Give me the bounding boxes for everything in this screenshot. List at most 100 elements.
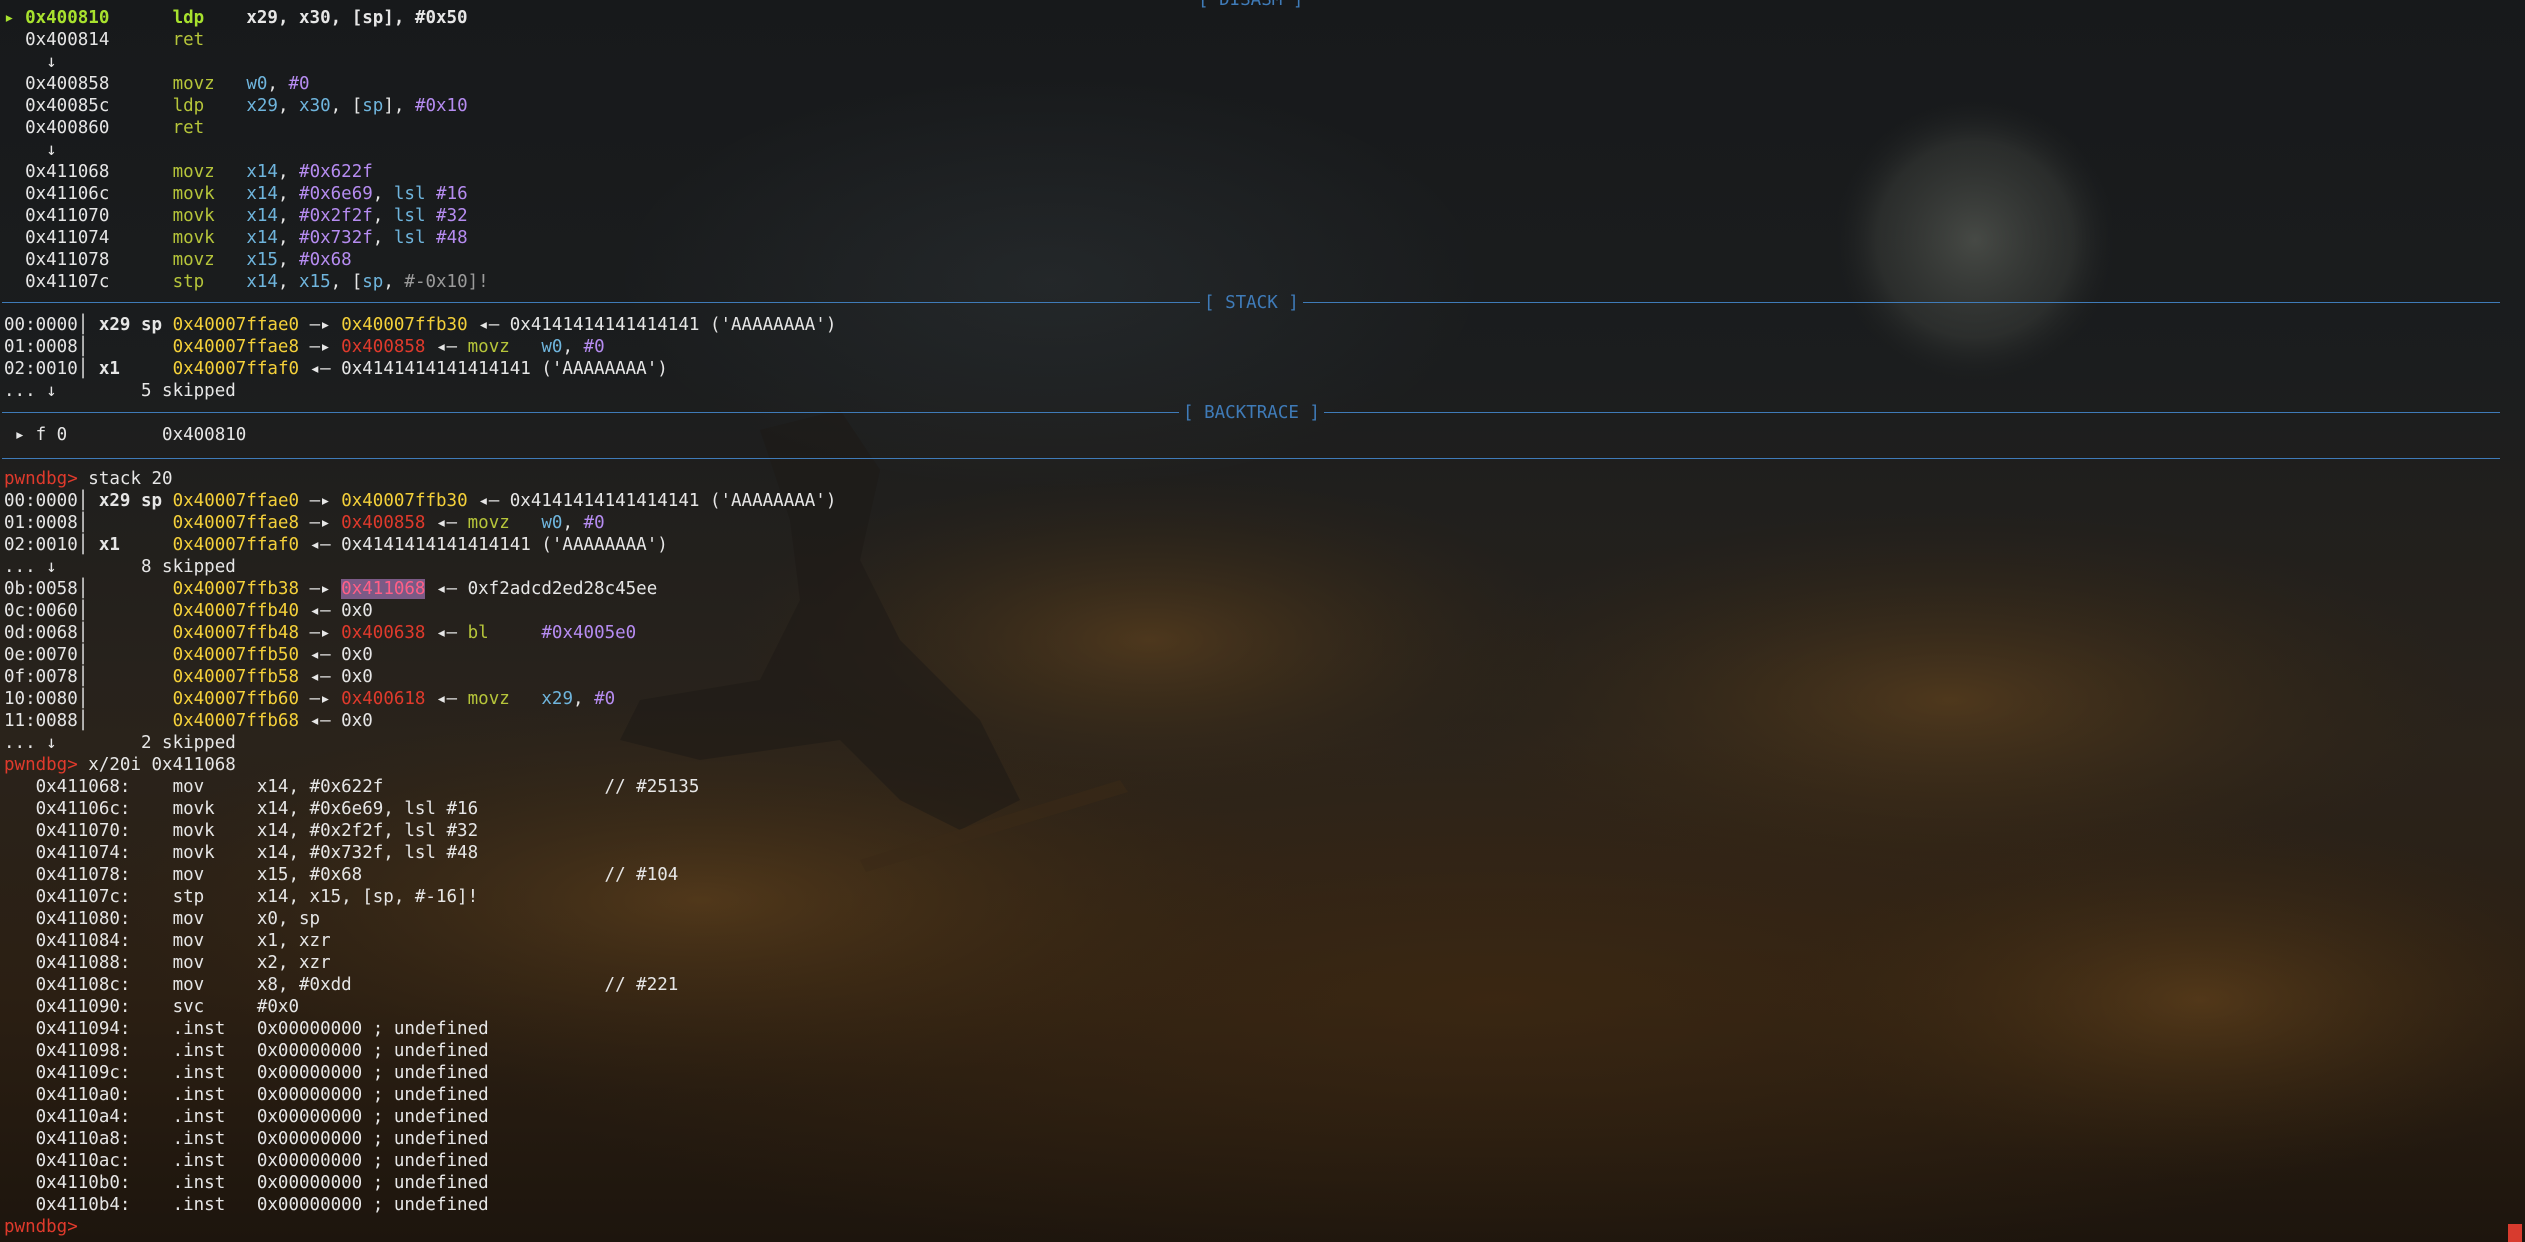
line-text: 0x4110b0: .inst 0x00000000 ; undefined xyxy=(4,1173,489,1193)
terminal-line: ▸ f 0 0x400810 xyxy=(4,424,247,446)
line-text: 0x411094: .inst 0x00000000 ; undefined xyxy=(4,1019,489,1039)
line-text: ◂— 0x0 xyxy=(299,667,373,687)
line-text: 02:0010│ xyxy=(4,359,99,379)
line-text: ◂— 0x0 xyxy=(299,601,373,621)
line-text: sp xyxy=(362,272,384,292)
line-text: 10:0080│ xyxy=(4,689,173,709)
line-text: —▸ xyxy=(299,689,342,709)
line-text xyxy=(425,184,436,204)
line-text: movz xyxy=(467,689,510,709)
line-text: movz xyxy=(467,513,510,533)
line-text: 0x40007ffaf0 xyxy=(172,359,300,379)
line-text: , xyxy=(372,184,394,204)
terminal-line: 0x411078 movz x15, #0x68 xyxy=(4,249,352,271)
line-text: 0x411070: movk x14, #0x2f2f, lsl #32 xyxy=(4,821,479,841)
terminal-line: 0d:0068│ 0x40007ffb48 —▸ 0x400638 ◂— bl … xyxy=(4,622,636,644)
line-text: —▸ xyxy=(299,513,342,533)
line-text: pwndbg> xyxy=(4,469,78,489)
line-text: ◂— xyxy=(425,513,468,533)
line-text: #0 xyxy=(583,337,605,357)
terminal-line: 0x411068: mov x14, #0x622f // #25135 xyxy=(4,776,700,798)
line-text: ldp xyxy=(172,96,205,116)
terminal-line: 0x411088: mov x2, xzr xyxy=(4,952,331,974)
rule-right xyxy=(1323,412,2500,413)
line-text: 00:0000│ xyxy=(4,315,99,335)
line-text: 0x4110a0: .inst 0x00000000 ; undefined xyxy=(4,1085,489,1105)
line-text: w0 xyxy=(541,513,563,533)
terminal-line: 11:0088│ 0x40007ffb68 ◂— 0x0 xyxy=(4,710,373,732)
line-text: lsl xyxy=(393,184,426,204)
line-text xyxy=(120,535,173,555)
line-text: x29 sp xyxy=(98,491,163,511)
line-text: —▸ xyxy=(299,623,342,643)
terminal-line: 0x41108c: mov x8, #0xdd // #221 xyxy=(4,974,679,996)
line-text: 0x40007ffb68 xyxy=(172,711,300,731)
line-text: #0x622f xyxy=(299,162,373,182)
line-text: , xyxy=(267,74,289,94)
line-text: 0x411078 xyxy=(4,250,173,270)
line-text: 01:0008│ xyxy=(4,513,173,533)
line-text: x/20i 0x411068 xyxy=(77,755,236,775)
line-text: 0x400814 xyxy=(4,30,173,50)
line-text: 0x400858 xyxy=(341,513,426,533)
line-text xyxy=(162,491,173,511)
terminal-line: ... ↓ 5 skipped xyxy=(4,380,236,402)
line-text xyxy=(162,315,173,335)
line-text: 0x41108c: mov x8, #0xdd // #221 xyxy=(4,975,679,995)
line-text: #0 xyxy=(594,689,616,709)
line-text: 0x4110b4: .inst 0x00000000 ; undefined xyxy=(4,1195,489,1215)
line-text: x14 xyxy=(246,272,278,292)
terminal-line: 01:0008│ 0x40007ffae8 —▸ 0x400858 ◂— mov… xyxy=(4,512,605,534)
line-text: 0x41107c: stp x14, x15, [sp, #-16]! xyxy=(4,887,479,907)
line-text: 0x40085c xyxy=(4,96,173,116)
line-text xyxy=(425,206,436,226)
line-text: ◂— 0x4141414141414141 ('AAAAAAAA') xyxy=(467,491,837,511)
terminal-line: 0x41109c: .inst 0x00000000 ; undefined xyxy=(4,1062,489,1084)
line-text: , xyxy=(277,96,300,116)
line-text: 0x41106c xyxy=(4,184,173,204)
line-text: ... ↓ 8 skipped xyxy=(4,557,236,577)
line-text xyxy=(510,337,542,357)
line-text: movz xyxy=(172,162,215,182)
line-text: 0x40007ffb60 xyxy=(172,689,300,709)
line-text: x29, x30, [sp], #0x50 xyxy=(246,8,468,28)
line-text: #0x6e69 xyxy=(299,184,373,204)
line-text xyxy=(204,8,246,28)
line-text: , xyxy=(277,228,300,248)
line-text xyxy=(120,359,173,379)
line-text: 0x40007ffb48 xyxy=(172,623,300,643)
line-text: , xyxy=(562,337,584,357)
terminal-line: pwndbg> stack 20 xyxy=(4,468,173,490)
line-text: #0x4005e0 xyxy=(541,623,637,643)
line-text: ◂— 0x0 xyxy=(299,711,373,731)
line-text: #48 xyxy=(436,228,468,248)
line-text: ↓ xyxy=(4,52,57,72)
terminal-window[interactable]: [ DISASM ] [ STACK ] [ BACKTRACE ] ▸ 0x4008… xyxy=(0,0,2525,1242)
line-text: lsl xyxy=(393,228,426,248)
line-text: 0x411070 xyxy=(4,206,173,226)
line-text: 02:0010│ xyxy=(4,535,99,555)
line-text: 0x400858 xyxy=(341,337,426,357)
terminal-line: 0x4110a0: .inst 0x00000000 ; undefined xyxy=(4,1084,489,1106)
line-text xyxy=(215,228,247,248)
terminal-line: 0b:0058│ 0x40007ffb38 —▸ 0x411068 ◂— 0xf… xyxy=(4,578,657,600)
terminal-line: 0c:0060│ 0x40007ffb40 ◂— 0x0 xyxy=(4,600,373,622)
terminal-line: 01:0008│ 0x40007ffae8 —▸ 0x400858 ◂— mov… xyxy=(4,336,605,358)
terminal-line: ... ↓ 2 skipped xyxy=(4,732,236,754)
line-text: 0x4110ac: .inst 0x00000000 ; undefined xyxy=(4,1151,489,1171)
line-text: w0 xyxy=(246,74,268,94)
line-text: 0x40007ffae0 xyxy=(172,315,300,335)
rule-left xyxy=(2,302,1200,303)
terminal-line: 0x4110a8: .inst 0x00000000 ; undefined xyxy=(4,1128,489,1150)
line-text: , xyxy=(562,513,584,533)
line-text: x29 xyxy=(541,689,573,709)
line-text: 0x400618 xyxy=(341,689,426,709)
terminal-line: 0x411080: mov x0, sp xyxy=(4,908,320,930)
line-text xyxy=(109,8,172,28)
line-text: ◂— 0x4141414141414141 ('AAAAAAAA') xyxy=(299,359,668,379)
terminal-line: 0x4110b0: .inst 0x00000000 ; undefined xyxy=(4,1172,489,1194)
line-text: 0x411098: .inst 0x00000000 ; undefined xyxy=(4,1041,489,1061)
line-text: stp xyxy=(172,272,205,292)
line-text xyxy=(510,689,542,709)
line-text: 0x40007ffaf0 xyxy=(172,535,300,555)
